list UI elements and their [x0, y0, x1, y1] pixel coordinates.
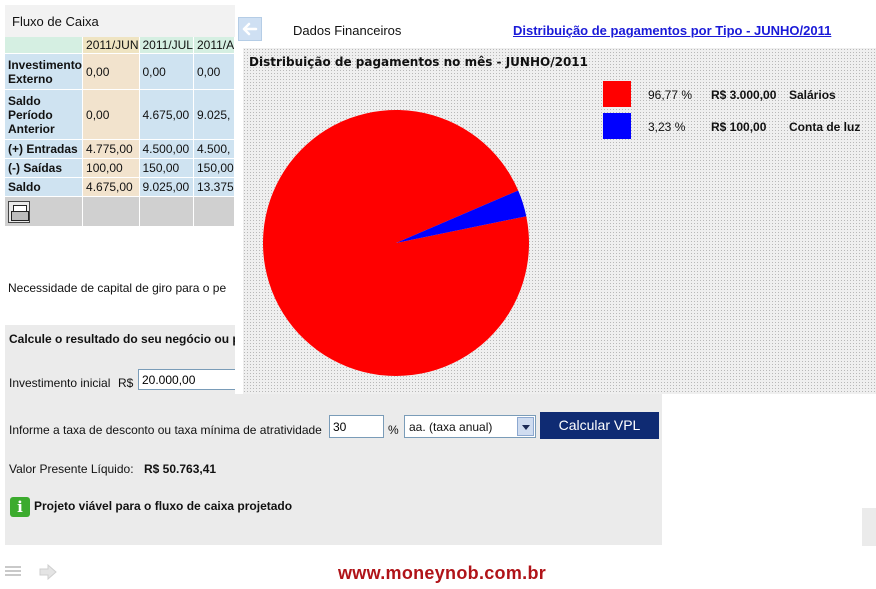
- back-arrow-icon: [242, 22, 258, 36]
- table-cell: 0,00: [193, 54, 236, 90]
- payment-distribution-link[interactable]: Distribuição de pagamentos por Tipo - JU…: [513, 23, 831, 38]
- discount-rate-input[interactable]: [329, 415, 384, 438]
- list-icon[interactable]: [5, 566, 21, 579]
- table-row: Saldo Período Anterior 0,00 4.675,00 9.0…: [5, 90, 236, 140]
- table-cell: 4.500,00: [139, 140, 194, 159]
- financial-data-label: Dados Financeiros: [293, 23, 402, 38]
- table-cell: 9.025,: [193, 90, 236, 140]
- table-cell: 4.775,00: [83, 140, 140, 159]
- npv-value: R$ 50.763,41: [144, 462, 217, 476]
- table-row: Investimento Externo 0,00 0,00 0,00: [5, 54, 236, 90]
- discount-rate-label: Informe a taxa de desconto ou taxa mínim…: [9, 423, 322, 437]
- legend-item: 96,77 % R$ 3.000,00 Salários: [603, 81, 873, 113]
- panel-edge: [862, 508, 876, 546]
- column-header: 2011/A: [193, 37, 236, 54]
- table-header-row: 2011/JUN 2011/JUL 2011/A: [5, 37, 236, 54]
- column-header: 2011/JUL: [139, 37, 194, 54]
- row-label: Saldo Período Anterior: [5, 90, 84, 140]
- cash-flow-title: Fluxo de Caixa: [5, 5, 235, 37]
- chart-legend: 96,77 % R$ 3.000,00 Salários 3,23 % R$ 100,0…: [603, 81, 873, 145]
- forward-arrow-icon[interactable]: [39, 564, 57, 580]
- currency-label: R$: [118, 376, 134, 390]
- rate-period-select[interactable]: aa. (taxa anual): [404, 415, 536, 438]
- table-cell: 9.025,00: [139, 178, 194, 197]
- table-cell: 4.500,: [193, 140, 236, 159]
- legend-item: 3,23 % R$ 100,00 Conta de luz: [603, 113, 873, 145]
- site-url: www.moneynob.com.br: [338, 563, 547, 583]
- initial-investment-label: Investimento inicial: [9, 376, 111, 390]
- calculator-title: Calcule o resultado do seu negócio ou p: [9, 332, 235, 346]
- cash-flow-panel: Fluxo de Caixa 2011/JUN 2011/JUL 2011/A …: [5, 5, 236, 233]
- pie-chart: [263, 109, 529, 376]
- legend-percent: 96,77 %: [648, 88, 693, 102]
- chevron-down-icon[interactable]: [517, 417, 534, 436]
- table-cell: 4.675,00: [83, 178, 140, 197]
- empty-cell: [139, 197, 194, 227]
- legend-name: Salários: [789, 88, 836, 102]
- chart-title: Distribuição de pagamentos no mês - JUNH…: [249, 55, 588, 69]
- column-header: 2011/JUN: [83, 37, 140, 54]
- table-cell: 0,00: [139, 54, 194, 90]
- rate-period-value: aa. (taxa anual): [409, 420, 493, 434]
- pie-slice-0: [263, 109, 529, 376]
- calculate-npv-button[interactable]: Calcular VPL: [540, 412, 659, 439]
- initial-investment-input[interactable]: [138, 369, 238, 390]
- table-cell: 150,00: [139, 159, 194, 178]
- table-row: Saldo 4.675,00 9.025,00 13.375: [5, 178, 236, 197]
- legend-value: R$ 3.000,00: [711, 88, 777, 102]
- working-capital-text: Necessidade de capital de giro para o pe: [8, 281, 227, 295]
- table-row: (-) Saídas 100,00 150,00 150,00: [5, 159, 236, 178]
- legend-value: R$ 100,00: [711, 120, 767, 134]
- table-cell: 0,00: [83, 54, 140, 90]
- cash-flow-table: 2011/JUN 2011/JUL 2011/A Investimento Ex…: [5, 37, 236, 227]
- legend-swatch: [603, 81, 631, 107]
- npv-label: Valor Presente Líquido:: [9, 462, 134, 476]
- table-cell: 150,00: [193, 159, 236, 178]
- legend-name: Conta de luz: [789, 120, 861, 134]
- row-label: (-) Saídas: [5, 159, 84, 178]
- empty-cell: [83, 197, 140, 227]
- print-cell: [5, 197, 84, 227]
- table-cell: 0,00: [83, 90, 140, 140]
- payment-distribution-window: Dados Financeiros Distribuição de pagame…: [235, 8, 876, 394]
- back-button[interactable]: [238, 17, 262, 41]
- table-cell: 4.675,00: [139, 90, 194, 140]
- table-cell: 100,00: [83, 159, 140, 178]
- table-cell: 13.375: [193, 178, 236, 197]
- row-label: (+) Entradas: [5, 140, 84, 159]
- viability-message: Projeto viável para o fluxo de caixa pro…: [34, 499, 293, 513]
- info-icon: i: [10, 497, 30, 517]
- row-label: Saldo: [5, 178, 84, 197]
- printer-icon[interactable]: [8, 200, 30, 223]
- table-footer-row: [5, 197, 236, 227]
- empty-cell: [193, 197, 236, 227]
- row-label: Investimento Externo: [5, 54, 84, 90]
- legend-percent: 3,23 %: [648, 120, 686, 134]
- legend-swatch: [603, 113, 631, 139]
- header-blank-cell: [5, 37, 84, 54]
- table-row: (+) Entradas 4.775,00 4.500,00 4.500,: [5, 140, 236, 159]
- percent-sign: %: [388, 423, 399, 437]
- pie-chart-area: Distribuição de pagamentos no mês - JUNH…: [243, 48, 876, 394]
